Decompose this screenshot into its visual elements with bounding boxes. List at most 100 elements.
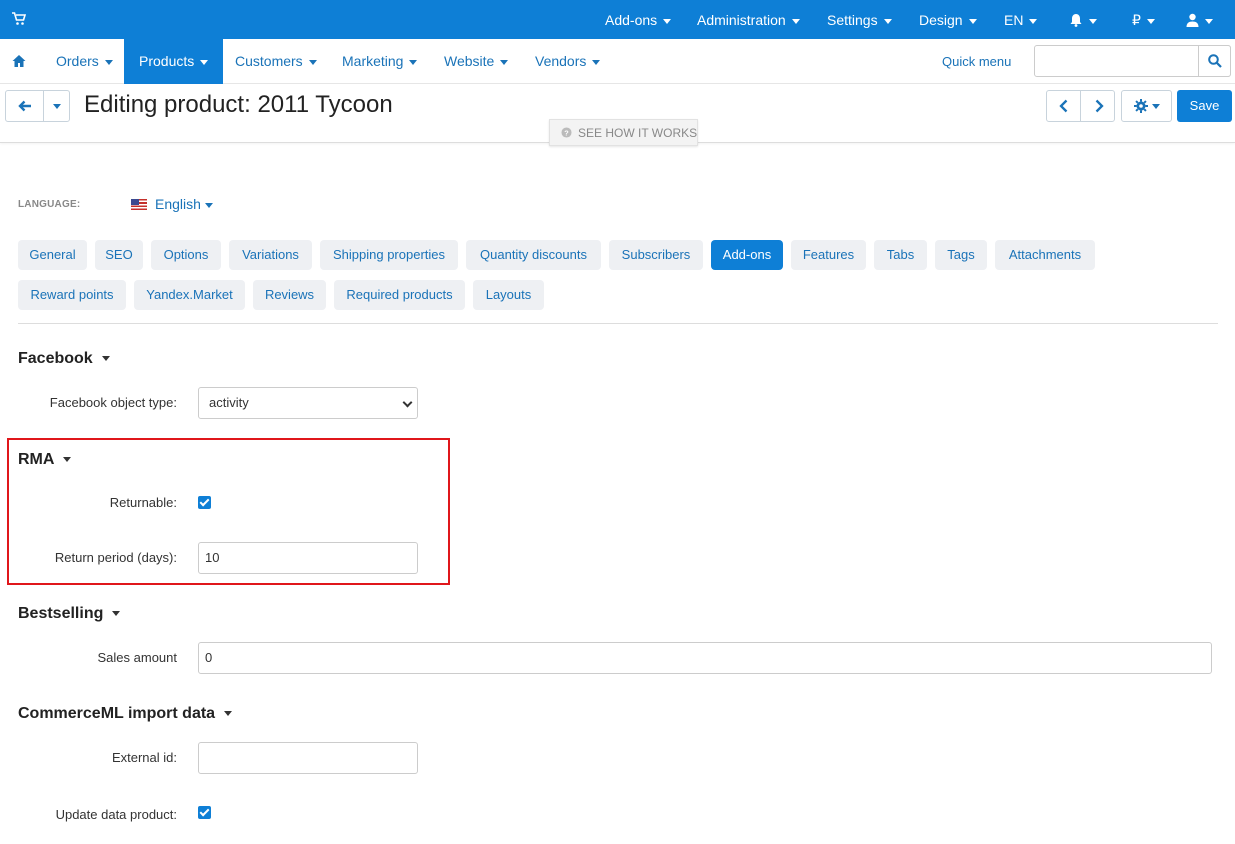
home-icon[interactable]: [12, 54, 26, 68]
back-button[interactable]: [5, 90, 44, 122]
sales-amount-value: 0: [205, 650, 213, 665]
chevron-down-icon: [1029, 18, 1038, 24]
settings-menu[interactable]: Settings: [827, 12, 892, 28]
sales-amount-input[interactable]: 0: [198, 642, 1212, 674]
user-menu[interactable]: [1186, 12, 1213, 28]
language-selector[interactable]: English: [131, 196, 213, 212]
chevron-down-icon: [1205, 18, 1213, 24]
tab-seo[interactable]: SEO: [95, 240, 143, 270]
tab-addons[interactable]: Add-ons: [711, 240, 783, 270]
facebook-section-title: Facebook: [18, 350, 93, 367]
cart-icon[interactable]: [12, 12, 26, 26]
nav-customers[interactable]: Customers: [235, 39, 317, 84]
chevron-down-icon: [53, 104, 61, 109]
chevron-down-icon: [500, 59, 509, 65]
external-id-label: External id:: [111, 750, 177, 765]
nav-website-label: Website: [444, 53, 495, 69]
tab-variations[interactable]: Variations: [229, 240, 312, 270]
facebook-object-type-value: activity: [209, 395, 249, 410]
tab-general[interactable]: General: [18, 240, 87, 270]
nav-marketing-label: Marketing: [342, 53, 404, 69]
return-period-input[interactable]: 10: [198, 542, 418, 574]
nav-vendors-label: Vendors: [535, 53, 587, 69]
next-product-button[interactable]: [1080, 90, 1115, 122]
user-icon: [1186, 13, 1199, 27]
facebook-object-type-label: Facebook object type:: [49, 395, 177, 410]
currency-menu[interactable]: ₽: [1132, 12, 1155, 29]
chevron-down-icon: [968, 18, 977, 24]
tab-features[interactable]: Features: [791, 240, 866, 270]
bestselling-section-header[interactable]: Bestselling: [18, 605, 121, 623]
tab-quantity-discounts[interactable]: Quantity discounts: [466, 240, 601, 270]
update-data-product-label: Update data product:: [55, 807, 177, 822]
update-data-product-checkbox[interactable]: [198, 806, 211, 819]
external-id-input[interactable]: [198, 742, 418, 774]
chevron-down-icon: [1146, 18, 1155, 24]
divider: [18, 323, 1218, 324]
search-icon: [1208, 54, 1222, 68]
tab-yandex-market[interactable]: Yandex.Market: [134, 280, 245, 310]
tab-layouts[interactable]: Layouts: [473, 280, 544, 310]
quick-menu-link[interactable]: Quick menu: [942, 39, 1011, 84]
design-menu-label: Design: [919, 12, 963, 28]
returnable-label: Returnable:: [109, 495, 177, 510]
nav-vendors[interactable]: Vendors: [535, 39, 601, 84]
chevron-down-icon: [791, 18, 800, 24]
tab-options[interactable]: Options: [151, 240, 221, 270]
search-button[interactable]: [1198, 45, 1231, 77]
chevron-down-icon: [200, 59, 209, 65]
nav-orders[interactable]: Orders: [56, 39, 113, 84]
commerceml-section-title: CommerceML import data: [18, 705, 216, 722]
back-dropdown-button[interactable]: [43, 90, 70, 122]
tab-subscribers[interactable]: Subscribers: [609, 240, 703, 270]
administration-menu[interactable]: Administration: [697, 12, 800, 28]
facebook-section-header[interactable]: Facebook: [18, 350, 110, 368]
arrow-left-icon: [18, 100, 31, 112]
tab-shipping-properties[interactable]: Shipping properties: [320, 240, 458, 270]
nav-products[interactable]: Products: [124, 39, 224, 84]
addons-menu[interactable]: Add-ons: [605, 12, 672, 28]
save-button[interactable]: Save: [1177, 90, 1232, 122]
chevron-down-icon: [104, 59, 113, 65]
rma-section-title: RMA: [18, 451, 55, 468]
how-it-works-button[interactable]: ? SEE HOW IT WORKS: [549, 119, 698, 146]
nav-orders-label: Orders: [56, 53, 99, 69]
svg-text:?: ?: [564, 128, 569, 137]
addons-menu-label: Add-ons: [605, 12, 658, 28]
facebook-object-type-select[interactable]: activity: [198, 387, 418, 419]
bell-icon: [1070, 14, 1082, 27]
us-flag-icon: [131, 199, 147, 210]
chevron-right-icon: [1095, 99, 1104, 113]
language-menu[interactable]: EN: [1004, 12, 1038, 28]
gear-icon: [1134, 99, 1148, 113]
chevron-down-icon: [883, 18, 892, 24]
tab-tabs[interactable]: Tabs: [874, 240, 927, 270]
administration-menu-label: Administration: [697, 12, 786, 28]
chevron-left-icon: [1059, 99, 1068, 113]
chevron-down-icon: [409, 59, 418, 65]
chevron-down-icon: [402, 397, 413, 408]
chevron-down-icon: [1089, 18, 1097, 24]
how-it-works-label: SEE HOW IT WORKS: [578, 126, 698, 140]
tab-reviews[interactable]: Reviews: [253, 280, 326, 310]
top-bar: Add-ons Administration Settings Design E…: [0, 0, 1235, 39]
returnable-checkbox[interactable]: [198, 496, 211, 509]
page-title: Editing product: 2011 Tycoon: [84, 91, 393, 118]
notifications-menu[interactable]: [1069, 12, 1097, 28]
nav-marketing[interactable]: Marketing: [342, 39, 418, 84]
rma-section-header[interactable]: RMA: [18, 451, 72, 469]
tab-reward-points[interactable]: Reward points: [18, 280, 126, 310]
caret-down-icon: [63, 457, 72, 463]
question-circle-icon: ?: [561, 127, 572, 138]
tab-required-products[interactable]: Required products: [334, 280, 465, 310]
commerceml-section-header[interactable]: CommerceML import data: [18, 705, 233, 723]
tab-attachments[interactable]: Attachments: [995, 240, 1095, 270]
nav-website[interactable]: Website: [444, 39, 509, 84]
bestselling-section-title: Bestselling: [18, 605, 104, 622]
chevron-down-icon: [204, 202, 213, 208]
currency-label: ₽: [1132, 12, 1141, 28]
prev-product-button[interactable]: [1046, 90, 1081, 122]
settings-dropdown-button[interactable]: [1121, 90, 1172, 122]
tab-tags[interactable]: Tags: [935, 240, 987, 270]
design-menu[interactable]: Design: [919, 12, 977, 28]
